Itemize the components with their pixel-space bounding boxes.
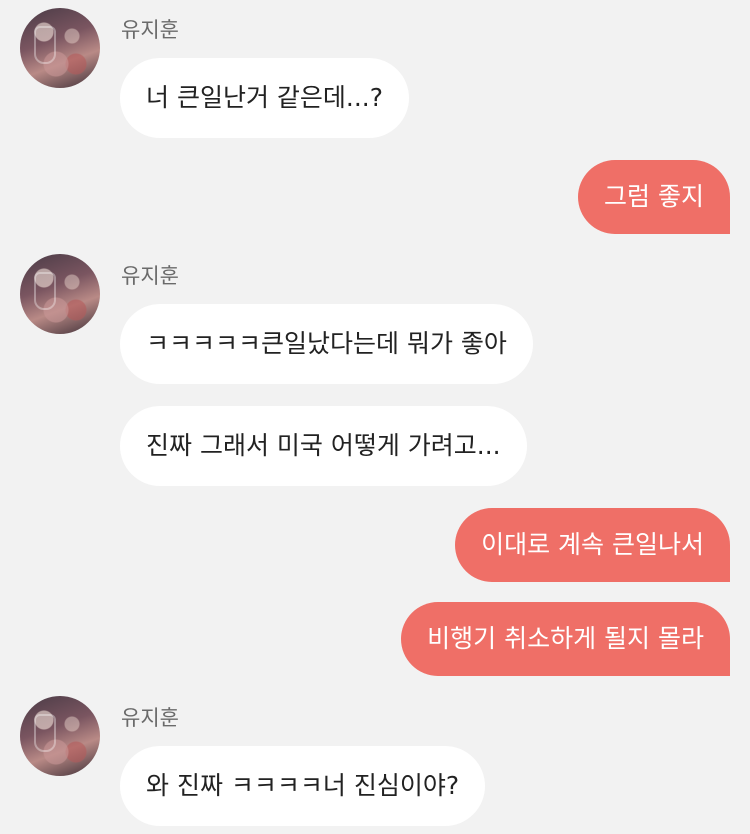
incoming-message-bubble[interactable]: 와 진짜 ㅋㅋㅋㅋ너 진심이야? (120, 746, 486, 826)
sender-name: 유지훈 (121, 706, 179, 730)
contact-avatar[interactable] (20, 696, 100, 776)
contact-avatar[interactable] (20, 254, 100, 334)
outgoing-message-bubble[interactable]: 이대로 계속 큰일나서 (455, 508, 730, 582)
incoming-message-bubble[interactable]: ㅋㅋㅋㅋㅋ큰일났다는데 뭐가 좋아 (120, 304, 533, 384)
sender-name: 유지훈 (121, 18, 179, 42)
sender-name: 유지훈 (121, 264, 179, 288)
outgoing-message-bubble[interactable]: 그럼 좋지 (578, 160, 730, 234)
incoming-message-bubble[interactable]: 너 큰일난거 같은데...? (120, 58, 410, 138)
outgoing-message-bubble[interactable]: 비행기 취소하게 될지 몰라 (401, 602, 730, 676)
incoming-message-bubble[interactable]: 진짜 그래서 미국 어떻게 가려고... (120, 406, 527, 486)
contact-avatar[interactable] (20, 8, 100, 88)
